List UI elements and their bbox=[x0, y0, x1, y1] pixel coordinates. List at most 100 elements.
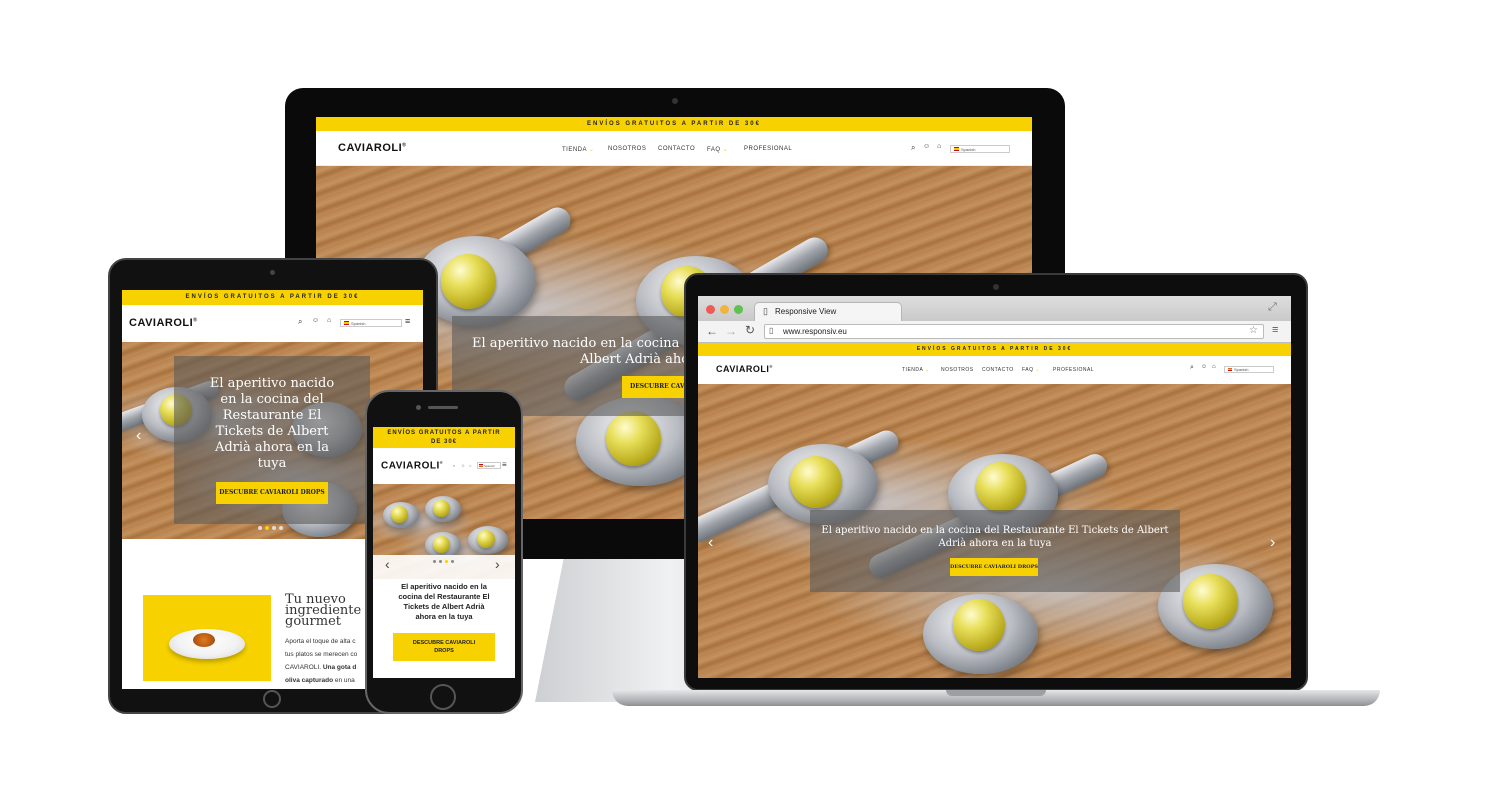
macbook-notch bbox=[946, 690, 1046, 696]
hero-line: El aperitivo nacido en la bbox=[401, 582, 487, 591]
body-text: CAVIAROLI. bbox=[285, 664, 323, 671]
expand-icon[interactable]: ⤢ bbox=[1268, 301, 1277, 314]
maximize-window-button[interactable] bbox=[734, 305, 743, 314]
chevron-left-icon[interactable]: ‹ bbox=[136, 427, 141, 445]
search-icon[interactable]: ⌕ bbox=[1190, 364, 1194, 372]
carousel-dot[interactable] bbox=[439, 560, 442, 563]
body-text-bold: Una gota d bbox=[322, 664, 357, 671]
chevron-down-icon: ⌄ bbox=[722, 147, 729, 153]
logo[interactable]: CAVIAROLI® bbox=[716, 364, 773, 374]
promo-bar-text: ENVÍOS GRATUITOS A PARTIR bbox=[387, 430, 501, 436]
language-select[interactable]: Spanish bbox=[477, 462, 501, 469]
star-icon[interactable]: ☆ bbox=[1249, 325, 1258, 336]
hero-cta-button[interactable]: DESCUBRE CAVIA bbox=[622, 376, 692, 398]
user-icon[interactable]: ☺ bbox=[923, 143, 930, 150]
nav-item-faq[interactable]: FAQ ⌄ bbox=[1022, 367, 1040, 373]
menu-icon[interactable]: ≡ bbox=[502, 460, 507, 469]
browser-window: ▯ Responsive View ⤢ ← → ↻ ▯ www.responsi… bbox=[698, 296, 1291, 678]
nav-item-profesional[interactable]: PROFESIONAL bbox=[1053, 367, 1094, 373]
tab-title: Responsive View bbox=[775, 307, 837, 316]
logo[interactable]: CAVIAROLI® bbox=[381, 460, 443, 471]
nav-item-tienda[interactable]: TIENDA ⌄ bbox=[902, 367, 930, 373]
address-bar[interactable]: ▯ www.responsiv.eu ☆ bbox=[764, 324, 1264, 339]
promo-bar-text: ENVÍOS GRATUITOS A PARTIR DE 30€ bbox=[185, 294, 360, 300]
cart-icon[interactable]: ⌂ bbox=[937, 143, 941, 150]
language-label: Spanish bbox=[484, 463, 495, 468]
hero-cta-button[interactable]: DESCUBRE CAVIAROLI DROPS bbox=[950, 558, 1038, 576]
page-icon: ▯ bbox=[769, 326, 774, 335]
flag-spain-icon bbox=[344, 321, 349, 325]
section-body: Aporta el toque de alta c tus platos se … bbox=[285, 635, 357, 687]
cart-icon[interactable]: ⌂ bbox=[469, 463, 471, 468]
carousel-dot[interactable] bbox=[258, 526, 262, 530]
hero-headline: El aperitivo nacido en la cocina del Res… bbox=[373, 582, 515, 622]
cart-icon[interactable]: ⌂ bbox=[1212, 364, 1216, 370]
logo-mark: ® bbox=[193, 317, 198, 324]
nav-label: TIENDA bbox=[902, 367, 924, 373]
nav-item-nosotros[interactable]: NOSOTROS bbox=[608, 146, 646, 152]
promo-bar: ENVÍOS GRATUITOS A PARTIR DE 30€ bbox=[373, 427, 515, 448]
language-select[interactable]: Spanish bbox=[340, 319, 402, 327]
carousel-dot[interactable] bbox=[451, 560, 454, 563]
browser-tabstrip: ▯ Responsive View ⤢ bbox=[698, 296, 1291, 321]
carousel-dot[interactable] bbox=[272, 526, 276, 530]
nav-item-nosotros[interactable]: NOSOTROS bbox=[941, 367, 974, 373]
section-body-line: Aporta el toque de alta c bbox=[285, 638, 356, 645]
back-icon[interactable]: ← bbox=[706, 324, 718, 338]
chevron-left-icon[interactable]: ‹ bbox=[385, 556, 390, 572]
menu-icon[interactable]: ≡ bbox=[1272, 324, 1278, 336]
hero-headline: El aperitivo nacido en la cocina del Res… bbox=[821, 525, 1169, 549]
nav-item-contacto[interactable]: CONTACTO bbox=[658, 146, 695, 152]
user-icon[interactable]: ☺ bbox=[312, 317, 319, 324]
menu-icon[interactable]: ≡ bbox=[405, 316, 410, 326]
carousel-dot[interactable] bbox=[279, 526, 283, 530]
chevron-right-icon[interactable]: › bbox=[495, 556, 500, 572]
flag-spain-icon bbox=[479, 464, 483, 467]
logo[interactable]: CAVIAROLI® bbox=[129, 317, 197, 329]
header: CAVIAROLI® TIENDA ⌄ NOSOTROS CONTACTO FA… bbox=[698, 356, 1291, 384]
search-icon[interactable]: ⌕ bbox=[911, 143, 915, 153]
forward-icon[interactable]: → bbox=[725, 324, 737, 338]
cart-icon[interactable]: ⌂ bbox=[327, 317, 331, 324]
promo-bar-text: ENVÍOS GRATUITOS A PARTIR DE 30€ bbox=[916, 346, 1073, 352]
hero-cta-button[interactable]: DESCUBRE CAVIAROLI DROPS bbox=[393, 633, 495, 661]
logo-text: CAVIAROLI bbox=[716, 364, 770, 374]
chevron-left-icon[interactable]: ‹ bbox=[708, 534, 713, 552]
hero-line: cocina del Restaurante El bbox=[398, 592, 490, 601]
carousel-dot-active[interactable] bbox=[265, 526, 269, 530]
language-select[interactable]: Spanish bbox=[950, 145, 1010, 153]
promo-bar-text: DE 30€ bbox=[430, 439, 457, 445]
flag-spain-icon bbox=[1228, 368, 1232, 371]
nav-item-faq[interactable]: FAQ ⌄ bbox=[707, 146, 728, 153]
nav-item-contacto[interactable]: CONTACTO bbox=[982, 367, 1014, 373]
nav-label: FAQ bbox=[707, 147, 721, 153]
body-text-bold: oliva capturado bbox=[285, 677, 334, 684]
page-icon: ▯ bbox=[763, 306, 768, 316]
language-label: Spanish bbox=[351, 320, 366, 326]
hero-line: Tickets de Albert Adrià bbox=[403, 602, 485, 611]
user-icon[interactable]: ☺ bbox=[461, 463, 465, 468]
browser-toolbar: ← → ↻ ▯ www.responsiv.eu ☆ ≡ bbox=[698, 321, 1291, 343]
logo[interactable]: CAVIAROLI® bbox=[338, 142, 406, 154]
user-icon[interactable]: ☺ bbox=[1201, 364, 1207, 370]
hero-line: El aperitivo nacido bbox=[209, 376, 335, 391]
hero-overlay: El aperitivo nacido en la cocina del Res… bbox=[810, 510, 1180, 592]
home-button[interactable] bbox=[430, 684, 456, 710]
chevron-right-icon[interactable]: › bbox=[1270, 534, 1275, 552]
close-window-button[interactable] bbox=[706, 305, 715, 314]
header: CAVIAROLI® ⌕ ☺ ⌂ Spanish ≡ bbox=[122, 305, 423, 342]
carousel-dot[interactable] bbox=[433, 560, 436, 563]
hero-cta-button[interactable]: DESCUBRE CAVIAROLI DROPS bbox=[216, 482, 328, 504]
minimize-window-button[interactable] bbox=[720, 305, 729, 314]
carousel-dot-active[interactable] bbox=[445, 560, 448, 563]
nav-item-profesional[interactable]: PROFESIONAL bbox=[744, 146, 792, 152]
section-body-line: oliva capturado en una bbox=[285, 674, 357, 687]
language-select[interactable]: Spanish bbox=[1224, 366, 1274, 373]
browser-tab[interactable]: ▯ Responsive View bbox=[754, 302, 902, 321]
promo-bar-text: ENVÍOS GRATUITOS A PARTIR DE 30€ bbox=[587, 121, 761, 127]
search-icon[interactable]: ⌕ bbox=[453, 463, 455, 468]
home-button[interactable] bbox=[263, 690, 281, 708]
reload-icon[interactable]: ↻ bbox=[745, 323, 755, 337]
search-icon[interactable]: ⌕ bbox=[298, 317, 302, 327]
nav-item-tienda[interactable]: TIENDA ⌄ bbox=[562, 146, 594, 153]
